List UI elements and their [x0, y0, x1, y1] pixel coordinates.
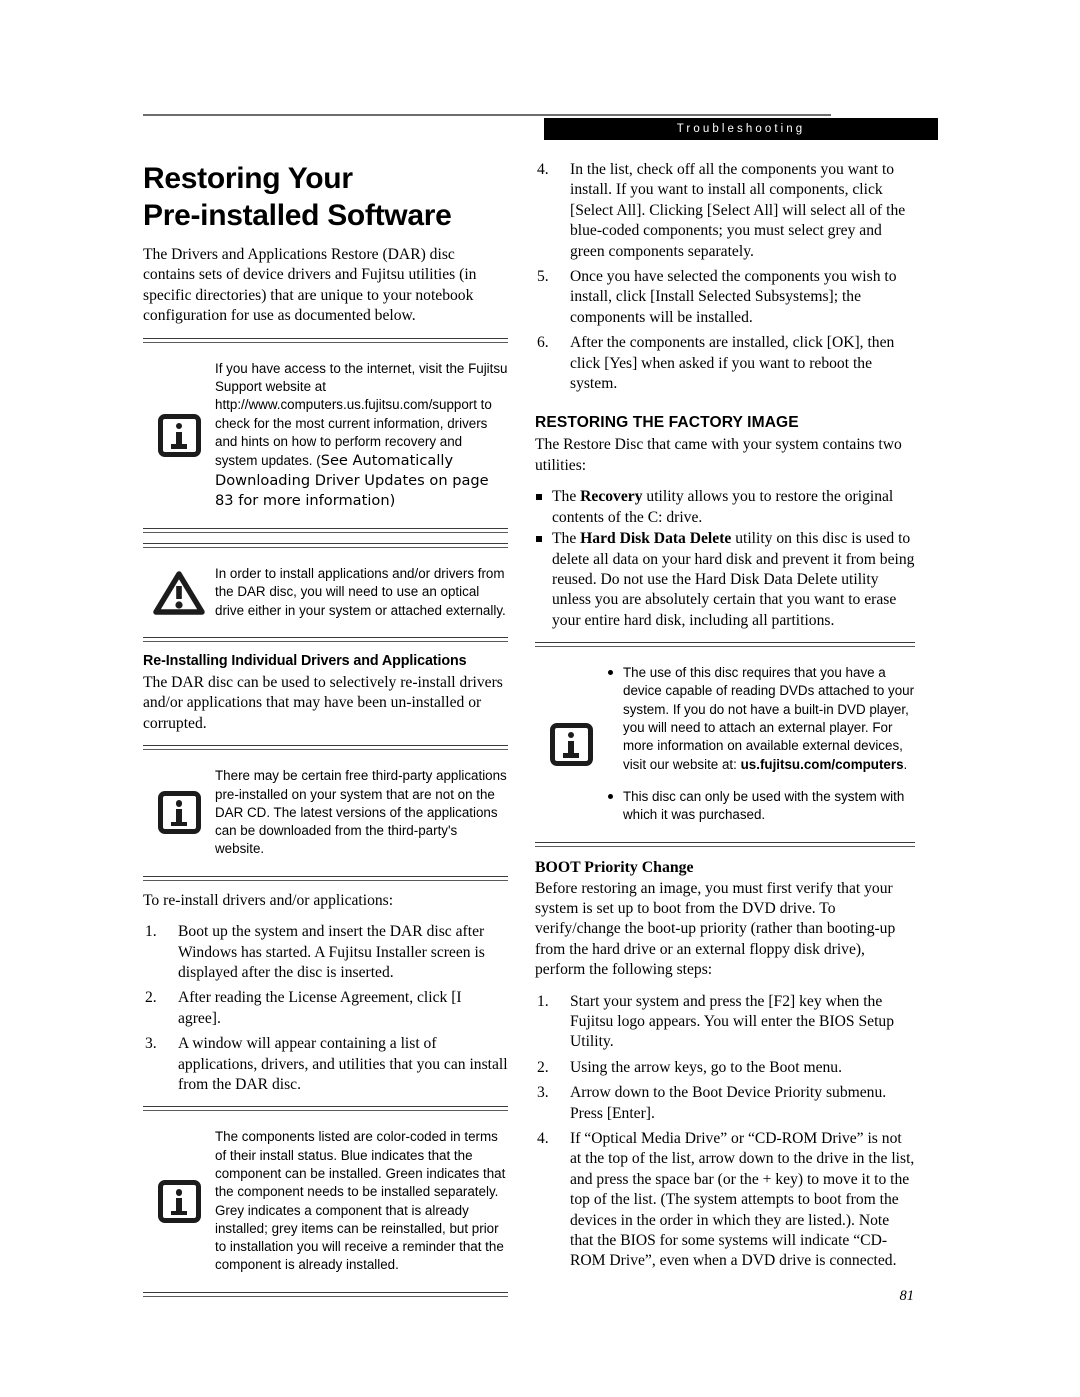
reinstall-paragraph: The DAR disc can be used to selectively … — [143, 674, 503, 732]
list-item: The use of this disc requires that you h… — [607, 664, 915, 774]
list-item: 3. Arrow down to the Boot Device Priorit… — [535, 1083, 915, 1124]
list-item: 1. Boot up the system and insert the DAR… — [143, 922, 508, 983]
list-item: The Recovery utility allows you to resto… — [535, 487, 915, 528]
utility-name: Hard Disk Data Delete — [580, 530, 732, 548]
info-icon — [143, 413, 215, 457]
subheading-boot-priority: BOOT Priority Change — [535, 858, 694, 876]
list-item: This disc can only be used with the syst… — [607, 788, 915, 825]
list-item-text: Once you have selected the components yo… — [570, 268, 897, 326]
boot-steps-list: 1. Start your system and press the [F2] … — [535, 992, 915, 1272]
info-icon — [143, 791, 215, 835]
note-bullet-text: This disc can only be used with the syst… — [623, 788, 905, 823]
page-title-line1: Restoring Your — [143, 162, 353, 195]
note-third-party: There may be certain free third-party ap… — [143, 760, 508, 864]
divider — [143, 528, 508, 534]
note-color-coding-text: The components listed are color-coded in… — [215, 1129, 506, 1273]
note-optical-drive-text: In order to install applications and/or … — [215, 566, 506, 618]
round-bullet-icon — [608, 793, 613, 799]
list-item: 1. Start your system and press the [F2] … — [535, 992, 915, 1053]
utility-prefix: The — [552, 530, 581, 548]
list-item-number: 4. — [537, 161, 549, 178]
manual-page: Troubleshooting Restoring Your Pre-insta… — [0, 0, 1080, 1397]
divider — [535, 642, 915, 648]
note-third-party-text: There may be certain free third-party ap… — [215, 768, 507, 857]
list-item: 5. Once you have selected the components… — [535, 267, 915, 328]
intro-paragraph: The Drivers and Applications Restore (DA… — [143, 246, 477, 325]
note-color-coding: The components listed are color-coded in… — [143, 1121, 508, 1280]
list-item: The Hard Disk Data Delete utility on thi… — [535, 529, 915, 631]
restore-intro-paragraph: The Restore Disc that came with your sys… — [535, 436, 902, 474]
list-item-text: If “Optical Media Drive” or “CD-ROM Driv… — [570, 1129, 915, 1270]
reinstall-steps-list: 1. Boot up the system and insert the DAR… — [143, 922, 508, 1095]
list-item: 4. If “Optical Media Drive” or “CD-ROM D… — [535, 1129, 915, 1272]
page-number: 81 — [899, 1288, 915, 1304]
subheading-reinstall: Re-Installing Individual Drivers and App… — [143, 653, 467, 669]
utilities-list: The Recovery utility allows you to resto… — [535, 487, 915, 631]
list-item-number: 3. — [145, 1035, 157, 1053]
list-item: 3. A window will appear containing a lis… — [143, 1034, 508, 1095]
list-item-text: Using the arrow keys, go to the Boot men… — [570, 1058, 842, 1076]
note-optical-drive: In order to install applications and/or … — [143, 558, 508, 626]
list-item-number: 3. — [537, 1084, 549, 1102]
header-rule — [143, 114, 831, 116]
page-title: Restoring Your Pre-installed Software — [143, 160, 508, 234]
list-item-number: 4. — [537, 1129, 549, 1147]
round-bullet-icon — [608, 670, 613, 676]
list-item-text: A window will appear containing a list o… — [178, 1035, 508, 1093]
note-internet: If you have access to the internet, visi… — [143, 353, 508, 517]
divider — [143, 745, 508, 751]
divider — [143, 1291, 508, 1297]
boot-intro-paragraph: Before restoring an image, you must firs… — [535, 879, 896, 979]
lead-in-text: To re-install drivers and/or application… — [143, 891, 394, 909]
section-heading-factory-image: RESTORING THE FACTORY IMAGE — [535, 414, 799, 432]
divider — [143, 637, 508, 642]
note-bullet-url: us.fujitsu.com/computers — [740, 756, 904, 772]
list-item-text: After reading the License Agreement, cli… — [178, 989, 462, 1027]
divider — [143, 1106, 508, 1112]
running-head: Troubleshooting — [544, 118, 938, 140]
divider — [143, 875, 508, 881]
list-item-text: Boot up the system and insert the DAR di… — [178, 923, 485, 981]
list-item-text: Arrow down to the Boot Device Priority s… — [570, 1084, 887, 1122]
list-item-number: 6. — [537, 334, 549, 352]
list-item-number: 5. — [537, 268, 549, 286]
info-icon — [143, 1180, 215, 1224]
list-item-number: 2. — [537, 1058, 549, 1076]
square-bullet-icon — [536, 494, 542, 501]
list-item: 6. After the components are installed, c… — [535, 333, 915, 394]
note-dvd-requirement: The use of this disc requires that you h… — [535, 657, 915, 830]
warning-triangle-svg — [153, 570, 205, 615]
right-column: 4. In the list, check off all the compon… — [535, 160, 915, 1277]
note-dvd-requirement-text: The use of this disc requires that you h… — [607, 664, 915, 824]
note-internet-text: If you have access to the internet, visi… — [215, 360, 508, 511]
note-bullet-tail: . — [903, 756, 908, 772]
note-bullet-list: The use of this disc requires that you h… — [607, 664, 915, 824]
utility-name: Recovery — [580, 488, 643, 506]
divider — [143, 337, 508, 343]
utility-prefix: The — [552, 488, 581, 506]
warning-icon — [143, 570, 215, 616]
left-column: Restoring Your Pre-installed Software Th… — [143, 160, 508, 1307]
page-title-line2: Pre-installed Software — [143, 199, 452, 232]
info-icon — [535, 722, 607, 766]
install-steps-continued-list: 4. In the list, check off all the compon… — [535, 160, 915, 394]
list-item-text: Start your system and press the [F2] key… — [570, 992, 894, 1051]
list-item: 2. Using the arrow keys, go to the Boot … — [535, 1058, 915, 1078]
list-item: 2. After reading the License Agreement, … — [143, 988, 508, 1029]
list-item-number: 2. — [145, 989, 157, 1007]
divider — [535, 841, 915, 847]
list-item-text: In the list, check off all the component… — [570, 161, 906, 260]
square-bullet-icon — [536, 536, 542, 543]
list-item-number: 1. — [537, 992, 549, 1010]
page-header: Troubleshooting — [143, 114, 938, 140]
divider — [143, 543, 508, 549]
list-item-number: 1. — [145, 923, 157, 941]
list-item-text: After the components are installed, clic… — [570, 334, 895, 393]
list-item: 4. In the list, check off all the compon… — [535, 160, 915, 262]
